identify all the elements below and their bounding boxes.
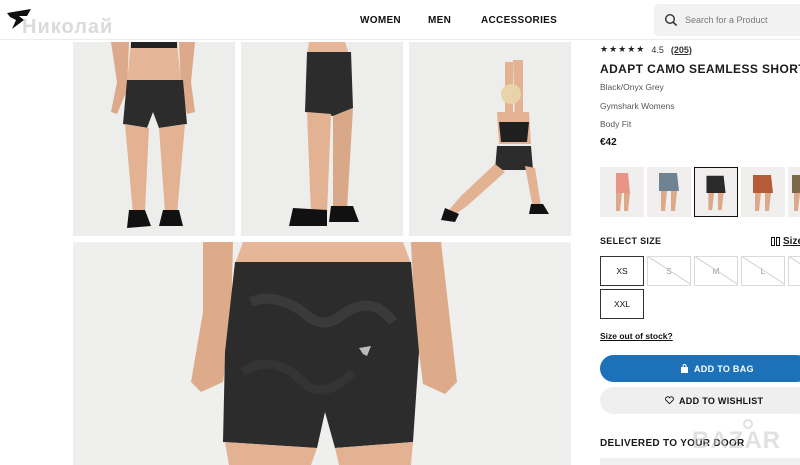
product-fit: Body Fit (600, 119, 632, 129)
product-title: ADAPT CAMO SEAMLESS SHORTS (600, 62, 800, 76)
product-image-lunge[interactable] (409, 42, 571, 236)
product-image-front-closeup[interactable] (73, 242, 571, 465)
bag-icon (681, 364, 688, 373)
size-option-xxl[interactable]: XXL (600, 289, 644, 319)
product-price: €42 (600, 137, 617, 148)
add-to-bag-label: ADD TO BAG (694, 363, 754, 374)
product-color: Black/Onyx Grey (600, 82, 664, 92)
size-guide-label: Size guide (783, 236, 800, 247)
color-swatch-coral[interactable] (600, 167, 644, 217)
search-icon (664, 13, 678, 27)
select-size-label: SELECT SIZE (600, 236, 662, 246)
star-rating-icon: ★★★★★ (600, 44, 646, 54)
add-to-wishlist-button[interactable]: ADD TO WISHLIST (600, 387, 800, 414)
search-input[interactable]: Search for a Product (654, 4, 800, 36)
nav-men[interactable]: MEN (428, 0, 451, 40)
ruler-icon (771, 237, 780, 246)
size-guide-link[interactable]: Size guide (771, 236, 800, 247)
size-option-m[interactable]: M (694, 256, 738, 286)
heart-icon (665, 396, 674, 405)
add-to-bag-button[interactable]: ADD TO BAG (600, 355, 800, 382)
color-swatch-olive[interactable] (788, 167, 800, 217)
rating-row: ★★★★★ 4.5 (205) (600, 44, 692, 55)
color-swatch-rust[interactable] (741, 167, 785, 217)
size-option-xl[interactable]: XL (788, 256, 800, 286)
color-swatch-black[interactable] (694, 167, 738, 217)
svg-text:BAZAR: BAZAR (692, 427, 781, 454)
size-out-of-stock-link[interactable]: Size out of stock? (600, 331, 673, 341)
product-image-back[interactable] (73, 42, 235, 236)
nav-women[interactable]: WOMEN (360, 0, 401, 40)
size-option-s[interactable]: S (647, 256, 691, 286)
search-placeholder: Search for a Product (685, 15, 768, 25)
rating-value: 4.5 (651, 44, 664, 55)
size-option-label: XXL (613, 299, 631, 309)
color-swatch-blue-grey[interactable] (647, 167, 691, 217)
size-option-xs[interactable]: XS (600, 256, 644, 286)
site-header: Николай WOMEN MEN ACCESSORIES Search for… (0, 0, 800, 40)
size-option-label: XS (616, 266, 628, 276)
size-option-l[interactable]: L (741, 256, 785, 286)
reviews-count-link[interactable]: (205) (671, 45, 692, 55)
product-image-side[interactable] (241, 42, 403, 236)
bazar-watermark-icon: BAZAR (692, 419, 781, 454)
product-collection: Gymshark Womens (600, 101, 675, 111)
add-to-wishlist-label: ADD TO WISHLIST (679, 395, 764, 406)
nav-accessories[interactable]: ACCESSORIES (481, 0, 557, 40)
watermark-text: Николай (22, 16, 114, 38)
